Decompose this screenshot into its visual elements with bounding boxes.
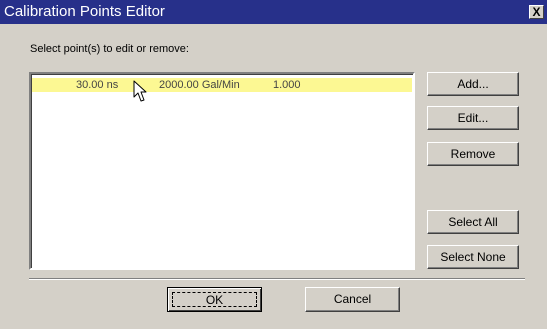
add-button[interactable]: Add... bbox=[427, 72, 519, 96]
cancel-button[interactable]: Cancel bbox=[305, 287, 400, 312]
point-time: 30.00 ns bbox=[76, 79, 119, 91]
calibration-points-dialog: Calibration Points Editor X Select point… bbox=[0, 0, 547, 329]
select-none-button[interactable]: Select None bbox=[427, 245, 519, 269]
divider bbox=[29, 278, 525, 280]
calibration-points-list[interactable]: 30.00 ns 2000.00 Gal/Min 1.000 bbox=[29, 72, 415, 270]
close-icon[interactable]: X bbox=[529, 5, 544, 19]
title-bar[interactable]: Calibration Points Editor X bbox=[0, 0, 547, 24]
select-all-button[interactable]: Select All bbox=[427, 210, 519, 234]
ok-button-label: OK bbox=[172, 292, 257, 307]
mouse-pointer-icon bbox=[133, 80, 147, 102]
ok-button[interactable]: OK bbox=[167, 287, 262, 312]
window-title: Calibration Points Editor bbox=[4, 3, 165, 20]
remove-button[interactable]: Remove bbox=[427, 142, 519, 166]
list-item[interactable]: 30.00 ns 2000.00 Gal/Min 1.000 bbox=[32, 78, 412, 92]
point-factor: 1.000 bbox=[273, 79, 301, 91]
instruction-label: Select point(s) to edit or remove: bbox=[30, 43, 189, 55]
edit-button[interactable]: Edit... bbox=[427, 106, 519, 130]
point-flow: 2000.00 Gal/Min bbox=[159, 79, 240, 91]
